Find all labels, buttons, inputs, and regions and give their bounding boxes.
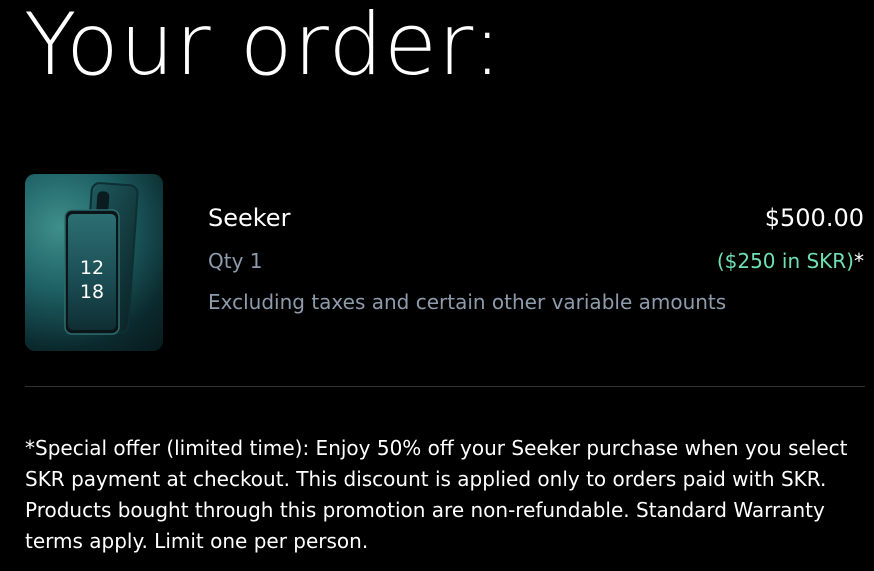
page-title: Your order: [24, 0, 503, 95]
phone-product-image: 12 18 [25, 174, 163, 351]
clock-hour: 12 [80, 257, 104, 279]
order-line-item: 12 18 Seeker Qty 1 Excluding taxes and c… [25, 174, 865, 352]
phone-illustration: 12 18 [64, 182, 139, 335]
section-divider [25, 386, 865, 387]
skr-price-asterisk: * [854, 249, 864, 273]
skr-price: ($250 in SKR)* [717, 249, 864, 273]
clock-minute: 18 [80, 281, 104, 303]
product-name: Seeker [208, 204, 291, 232]
price-note: Excluding taxes and certain other variab… [208, 290, 727, 314]
special-offer-disclaimer: *Special offer (limited time): Enjoy 50%… [25, 436, 848, 553]
skr-price-value: ($250 in SKR) [716, 249, 854, 273]
product-quantity: Qty 1 [208, 249, 263, 273]
product-price: $500.00 [764, 204, 864, 232]
